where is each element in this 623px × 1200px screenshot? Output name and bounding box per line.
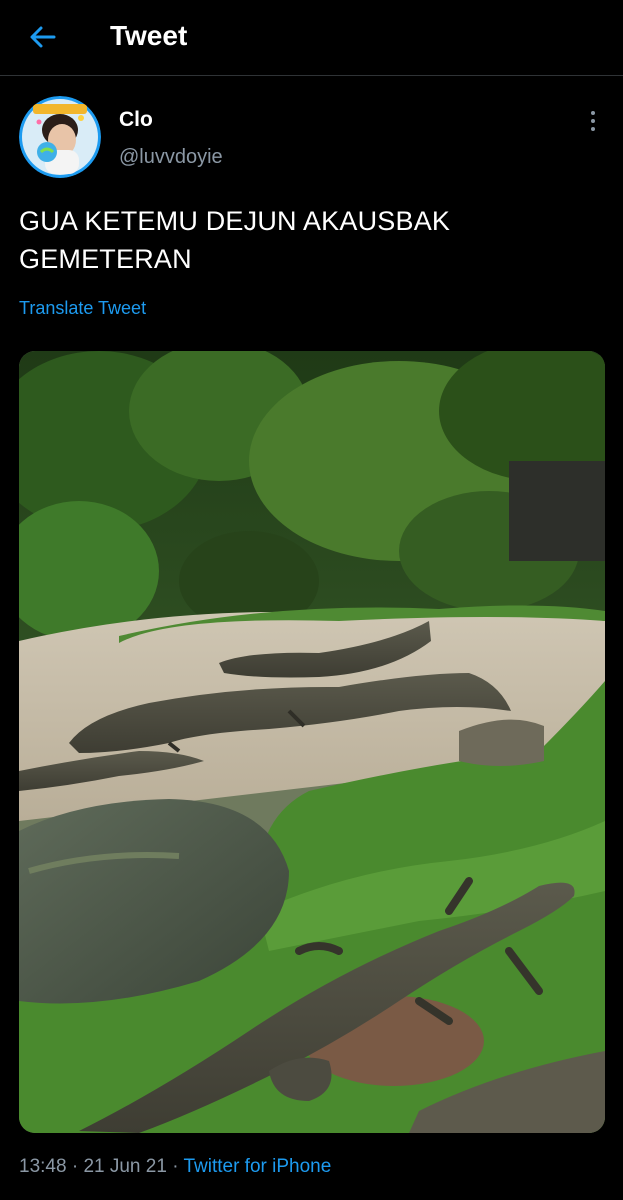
tweet-meta: 13:48 · 21 Jun 21 · Twitter for iPhone: [19, 1156, 331, 1178]
more-options-button[interactable]: [580, 106, 606, 136]
author-handle[interactable]: @luvvdoyie: [119, 146, 223, 169]
arrow-left-icon: [30, 26, 56, 48]
tweet-time: 13:48: [19, 1156, 67, 1177]
back-button[interactable]: [24, 18, 62, 56]
tweet-text-line: GEMETERAN: [19, 244, 192, 274]
avatar[interactable]: [19, 96, 101, 178]
page-title: Tweet: [110, 20, 188, 51]
tweet-photo[interactable]: [19, 351, 605, 1133]
meta-separator: ·: [71, 1156, 79, 1177]
more-dot: [591, 127, 595, 131]
tweet-source-link[interactable]: Twitter for iPhone: [183, 1156, 331, 1177]
more-vertical-icon: [591, 111, 595, 115]
translate-tweet-link[interactable]: Translate Tweet: [19, 298, 146, 319]
avatar-image: [19, 96, 101, 178]
tweet-date: 21 Jun 21: [83, 1156, 167, 1177]
author-display-name[interactable]: Clo: [119, 108, 153, 132]
photo-illustration: [19, 351, 605, 1133]
top-bar: Tweet: [0, 0, 623, 76]
tweet-text: GUA KETEMU DEJUN AKAUSBAK GEMETERAN: [19, 202, 609, 278]
more-dot: [591, 119, 595, 123]
meta-separator: ·: [172, 1156, 179, 1177]
tweet-text-line: GUA KETEMU DEJUN AKAUSBAK: [19, 206, 451, 236]
